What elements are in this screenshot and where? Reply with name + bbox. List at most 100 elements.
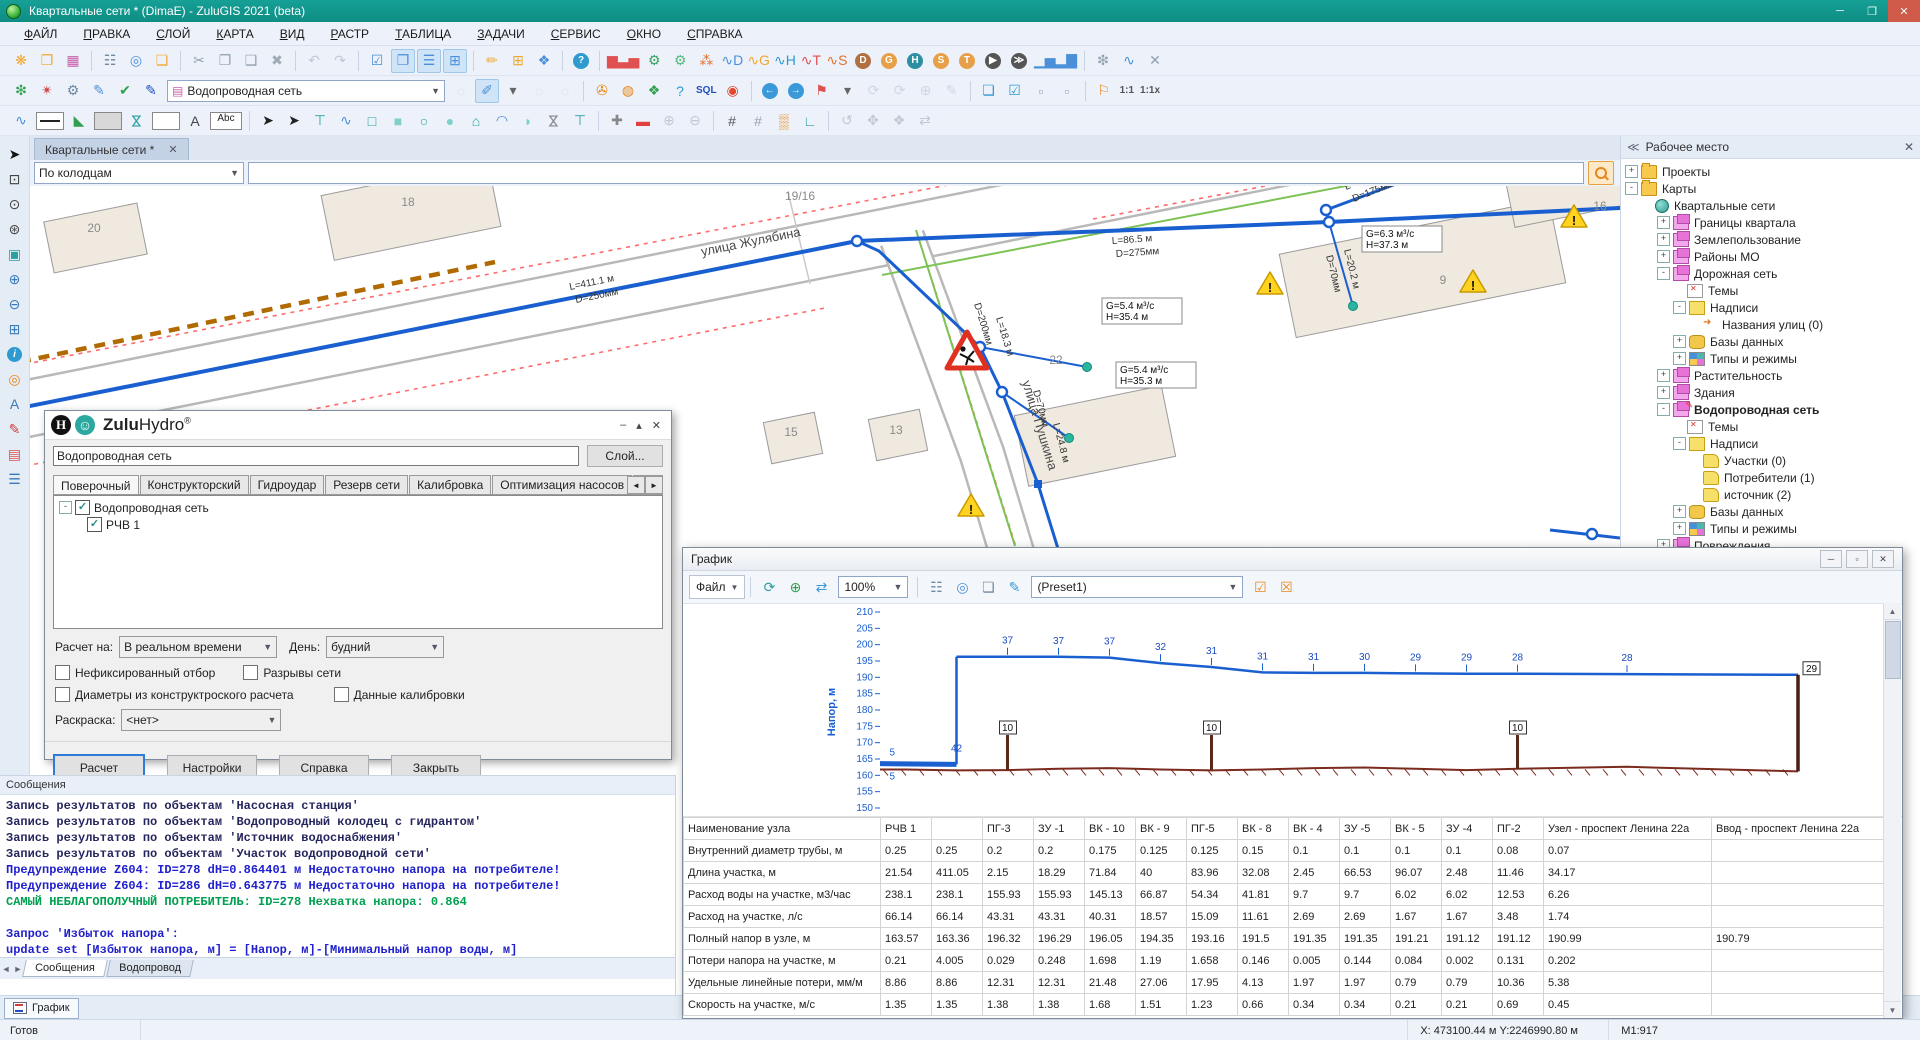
tree-expander-icon[interactable]: +: [1625, 165, 1638, 178]
close-button[interactable]: ✕: [1888, 0, 1920, 22]
table-row[interactable]: Скорость на участке, м/с1.351.351.381.38…: [684, 994, 1886, 1016]
find-db-icon[interactable]: ◍: [616, 79, 640, 103]
hydro-tree-item[interactable]: ✓РЧВ 1: [57, 516, 659, 533]
tree-item-участки-0-[interactable]: Участки (0): [1625, 452, 1920, 469]
histogram-icon[interactable]: ▁▅▂▇: [1033, 49, 1078, 73]
network-node[interactable]: [1321, 205, 1331, 215]
profile-tool-icon[interactable]: ▤: [3, 442, 27, 466]
pencil-menu-icon[interactable]: ▾: [501, 79, 525, 103]
map-settings-icon[interactable]: ⚙: [61, 79, 85, 103]
menu-таблица[interactable]: ТАБЛИЦА: [385, 24, 461, 44]
minimize-button[interactable]: ─: [1824, 0, 1856, 22]
chart-minimize-icon[interactable]: ─: [1820, 550, 1842, 568]
tree-item-надписи[interactable]: -Надписи: [1625, 299, 1920, 316]
polygon-icon[interactable]: ⌂: [464, 109, 488, 133]
warning-icon[interactable]: !: [1257, 272, 1283, 295]
hydro-tree-item[interactable]: -✓Водопроводная сеть: [57, 499, 659, 516]
tree-expander-icon[interactable]: -: [1673, 301, 1686, 314]
fill-style-icon[interactable]: ◣: [67, 109, 91, 133]
checkbox-calibration-data[interactable]: [334, 687, 349, 702]
zoom-plus-icon[interactable]: ⊕: [783, 575, 807, 599]
pointer-icon[interactable]: ➤: [256, 109, 280, 133]
add-node-icon[interactable]: ⊕: [657, 109, 681, 133]
draw-settings-icon[interactable]: ✎: [1002, 575, 1026, 599]
tree-expander-icon[interactable]: -: [59, 501, 72, 514]
close-task-icon[interactable]: ✕: [1143, 49, 1167, 73]
fill-style-sample[interactable]: [94, 112, 122, 130]
del-vertex-icon[interactable]: ▬: [631, 109, 655, 133]
tree-expander-icon[interactable]: +: [1657, 250, 1670, 263]
day-combo[interactable]: будний▼: [326, 636, 444, 658]
checkbox-design-diameters[interactable]: [55, 687, 70, 702]
print-icon[interactable]: ☷: [98, 49, 122, 73]
back-icon[interactable]: ←: [758, 79, 782, 103]
sector-icon[interactable]: ◗: [516, 109, 540, 133]
tree-item-базы-данных[interactable]: +Базы данных: [1625, 503, 1920, 520]
tree-item-надписи[interactable]: -Надписи: [1625, 435, 1920, 452]
forward-icon[interactable]: →: [784, 79, 808, 103]
select-rect-icon[interactable]: ⊡: [3, 167, 27, 191]
tree-expander-icon[interactable]: +: [1673, 335, 1686, 348]
preset-save-icon[interactable]: ☑: [1248, 575, 1272, 599]
geo-pin-icon[interactable]: ◉: [721, 79, 745, 103]
export-image-icon[interactable]: ❏: [150, 49, 174, 73]
find-object-icon[interactable]: ❖: [532, 49, 556, 73]
zoom-combo[interactable]: 100%▼: [838, 576, 908, 598]
network-source-icon[interactable]: ⁂: [694, 49, 718, 73]
cancel-edit-icon[interactable]: ◌: [527, 79, 551, 103]
messages-panel-icon[interactable]: ☰: [417, 49, 441, 73]
find-key-icon[interactable]: ✇: [590, 79, 614, 103]
messages-tab-1[interactable]: Сообщения: [22, 960, 107, 977]
chart-plot-area[interactable]: Напор, м15015516016517017518018519019520…: [683, 604, 1902, 817]
scroll-up-icon[interactable]: ▲: [1884, 603, 1901, 620]
tree-item-квартальные-сети[interactable]: Квартальные сети: [1625, 197, 1920, 214]
profile-t-icon[interactable]: ∿T: [799, 49, 823, 73]
chart-blocks-icon[interactable]: ▆▃▅: [606, 49, 640, 73]
calc-mode-combo[interactable]: В реальном времени▼: [119, 636, 277, 658]
tree-expander-icon[interactable]: +: [1657, 369, 1670, 382]
undo-edit-icon[interactable]: ◌: [449, 79, 473, 103]
hydro-tab-4[interactable]: Резерв сети: [325, 475, 408, 494]
line-style-icon[interactable]: ∿: [9, 109, 33, 133]
print-icon[interactable]: ☷: [924, 575, 948, 599]
sync-db1-icon[interactable]: ⟳: [862, 79, 886, 103]
thematic-map-icon[interactable]: ❖: [642, 79, 666, 103]
delete-icon[interactable]: ✖: [265, 49, 289, 73]
menu-окно[interactable]: ОКНО: [617, 24, 671, 44]
menu-растр[interactable]: РАСТР: [321, 24, 380, 44]
tree-item-растительность[interactable]: +Растительность: [1625, 367, 1920, 384]
help-icon[interactable]: ?: [569, 49, 593, 73]
tree-checkbox[interactable]: ✓: [75, 500, 90, 515]
scroll-thumb[interactable]: [1885, 621, 1901, 679]
redo-icon[interactable]: ↷: [328, 49, 352, 73]
page-setup-icon[interactable]: ❏: [976, 575, 1000, 599]
tree-item-типы-и-режимы[interactable]: +Типы и режимы: [1625, 350, 1920, 367]
chart-window-task-button[interactable]: График: [4, 998, 79, 1019]
profile-g-icon[interactable]: ∿G: [746, 49, 771, 73]
tree-item-источник-2-[interactable]: источник (2): [1625, 486, 1920, 503]
scroll-down-icon[interactable]: ▼: [1884, 1001, 1901, 1018]
ellipse-fill-icon[interactable]: ●: [438, 109, 462, 133]
hydro-tab-1[interactable]: Поверочный: [53, 475, 139, 495]
network-node[interactable]: [852, 236, 862, 246]
layer-select-button[interactable]: Слой...: [587, 445, 663, 467]
new-table-icon[interactable]: ⊞: [506, 49, 530, 73]
network-node[interactable]: [997, 387, 1007, 397]
attributes-icon[interactable]: A: [3, 392, 27, 416]
tree-expander-icon[interactable]: -: [1673, 437, 1686, 450]
hydro-tab-3[interactable]: Гидроудар: [250, 475, 325, 494]
print-legend-icon[interactable]: ☑: [1003, 79, 1027, 103]
node-symbol-icon[interactable]: ⊤: [308, 109, 332, 133]
legend-tool-icon[interactable]: ☰: [3, 467, 27, 491]
map-edit-icon[interactable]: ✎: [87, 79, 111, 103]
menu-вид[interactable]: ВИД: [270, 24, 315, 44]
print-frame-icon[interactable]: ▫: [1029, 79, 1053, 103]
network-node[interactable]: [1587, 529, 1597, 539]
ellipse-icon[interactable]: ○: [412, 109, 436, 133]
run-all-icon[interactable]: ≫: [1007, 49, 1031, 73]
select-circle-icon[interactable]: ⊙: [3, 192, 27, 216]
print-preview-icon[interactable]: ◎: [950, 575, 974, 599]
tree-expander-icon[interactable]: +: [1673, 352, 1686, 365]
scale-obj-icon[interactable]: ❖: [887, 109, 911, 133]
tab-scroll-right-icon[interactable]: ►: [645, 476, 663, 494]
